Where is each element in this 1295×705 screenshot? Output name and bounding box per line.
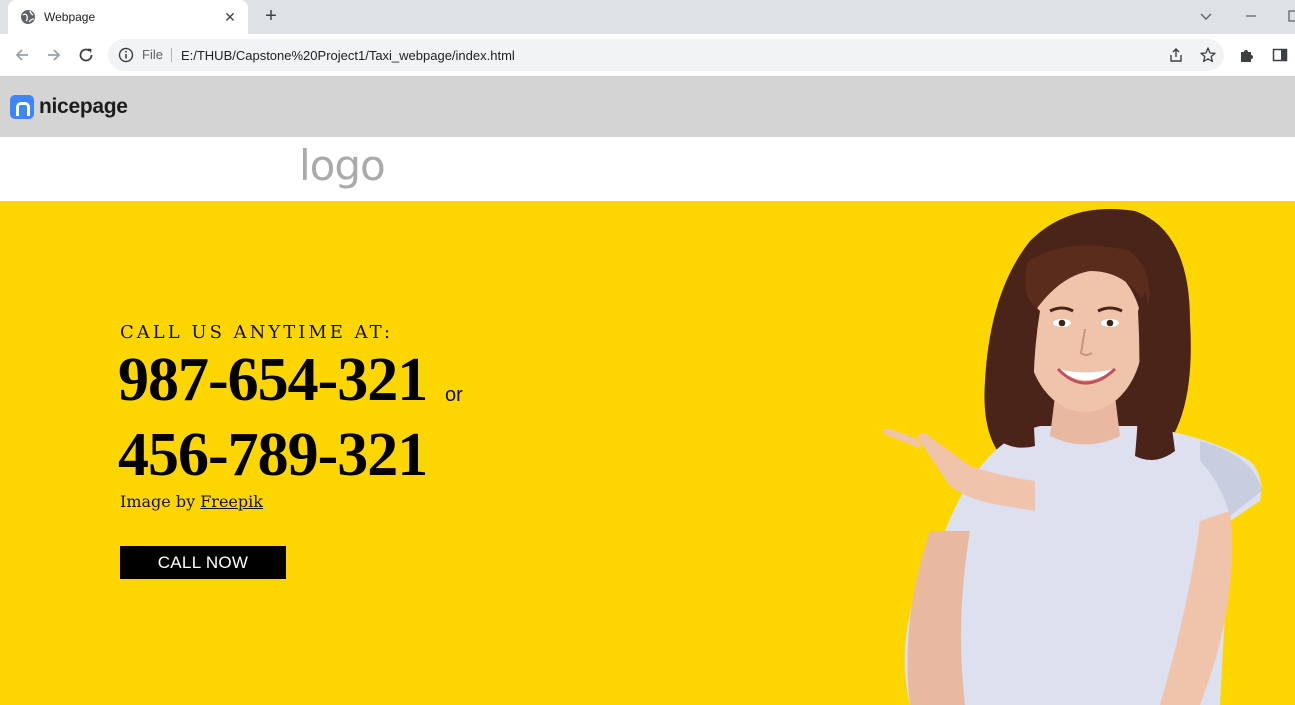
site-logo[interactable]: logo bbox=[299, 141, 386, 190]
call-anytime-heading: CALL US ANYTIME AT: bbox=[120, 322, 394, 343]
forward-arrow-icon bbox=[48, 49, 61, 61]
new-tab-button[interactable]: + bbox=[260, 6, 282, 28]
phone-number-secondary: 456-789-321 bbox=[118, 421, 428, 489]
nicepage-logo-icon bbox=[10, 95, 34, 119]
phone-number-primary: 987-654-321 bbox=[118, 346, 428, 414]
file-scheme-label: File bbox=[142, 48, 172, 62]
tab-search-chevron-icon[interactable] bbox=[1196, 6, 1216, 26]
forward-button[interactable] bbox=[42, 43, 66, 67]
address-bar[interactable]: File E:/THUB/Capstone%20Project1/Taxi_we… bbox=[108, 39, 1224, 71]
tab-title: Webpage bbox=[44, 10, 96, 24]
share-icon[interactable] bbox=[1167, 46, 1185, 64]
minimize-icon[interactable] bbox=[1241, 6, 1261, 26]
reload-button[interactable] bbox=[74, 43, 98, 67]
extensions-puzzle-icon[interactable] bbox=[1238, 46, 1256, 64]
nicepage-banner bbox=[0, 76, 1295, 137]
nicepage-brand[interactable]: nicepage bbox=[10, 95, 128, 119]
nicepage-brand-name: nicepage bbox=[39, 95, 128, 118]
tab-strip: Webpage ✕ + bbox=[0, 0, 1295, 34]
site-header bbox=[0, 137, 1295, 201]
side-panel-icon[interactable] bbox=[1271, 46, 1289, 64]
freepik-link[interactable]: Freepik bbox=[200, 492, 263, 511]
reload-icon bbox=[79, 48, 93, 62]
globe-icon bbox=[21, 10, 35, 24]
back-arrow-icon bbox=[15, 49, 28, 61]
close-tab-icon[interactable]: ✕ bbox=[222, 9, 238, 26]
url-text[interactable]: E:/THUB/Capstone%20Project1/Taxi_webpage… bbox=[181, 48, 1224, 63]
image-credit-prefix: Image by bbox=[120, 492, 201, 511]
maximize-icon[interactable] bbox=[1284, 6, 1295, 26]
browser-tab[interactable]: Webpage ✕ bbox=[8, 0, 248, 34]
bookmark-star-icon[interactable] bbox=[1199, 46, 1217, 64]
woman-pointing-image bbox=[883, 209, 1262, 705]
call-now-button[interactable]: CALL NOW bbox=[120, 546, 286, 579]
image-credit: Image by Freepik bbox=[120, 492, 263, 511]
info-icon[interactable] bbox=[118, 47, 134, 63]
phone-separator: or bbox=[445, 384, 463, 406]
back-button[interactable] bbox=[10, 43, 34, 67]
